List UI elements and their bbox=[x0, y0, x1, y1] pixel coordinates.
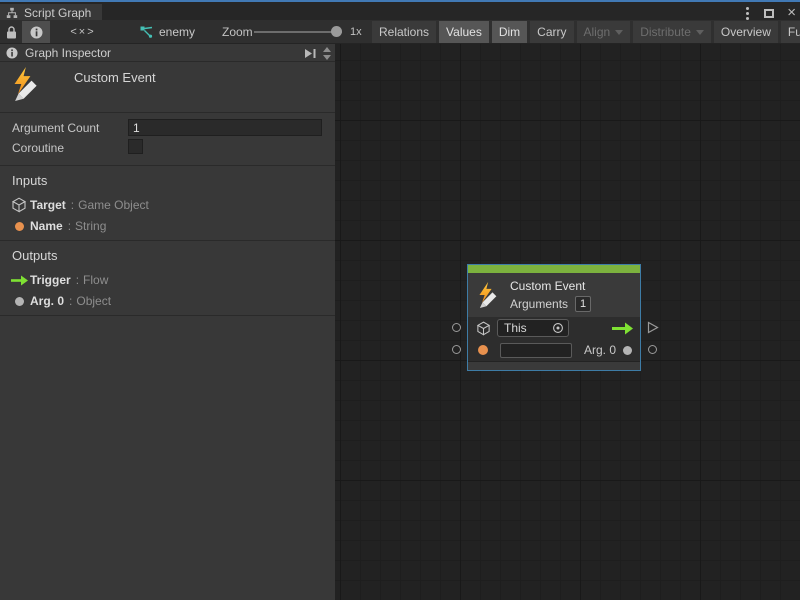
left-data-port[interactable] bbox=[452, 345, 461, 354]
script-graph-icon bbox=[6, 7, 18, 19]
custom-event-icon bbox=[476, 281, 502, 309]
node-header[interactable]: Custom Event Arguments 1 bbox=[468, 273, 640, 317]
zoom-label: Zoom bbox=[222, 20, 253, 44]
toolbar: <×> enemy Zoom 1x Relations Values Dim C… bbox=[0, 20, 800, 44]
target-dropdown[interactable]: This bbox=[497, 319, 569, 337]
inputs-heading: Inputs bbox=[12, 173, 47, 188]
node-footer bbox=[468, 361, 640, 370]
input-row-target: Target : Game Object bbox=[0, 196, 335, 214]
panel-spinner[interactable] bbox=[323, 47, 331, 60]
input-row-name: Name : String bbox=[0, 217, 335, 235]
argument-count-input[interactable] bbox=[128, 119, 322, 136]
code-view-button[interactable]: <×> bbox=[56, 21, 110, 43]
event-name-input[interactable] bbox=[500, 343, 572, 358]
info-icon bbox=[6, 47, 18, 59]
zoom-slider[interactable] bbox=[254, 20, 342, 44]
string-input-port[interactable] bbox=[478, 345, 488, 355]
title-bar: Script Graph × bbox=[0, 0, 800, 20]
code-icon: <×> bbox=[70, 26, 95, 38]
outputs-heading: Outputs bbox=[12, 248, 58, 263]
output-row-arg0: Arg. 0 : Object bbox=[0, 292, 335, 310]
zoom-slider-handle[interactable] bbox=[331, 26, 342, 37]
node-title: Custom Event bbox=[510, 279, 591, 293]
divider bbox=[0, 165, 335, 166]
toolbar-buttons: Relations Values Dim Carry Align Distrib… bbox=[372, 21, 798, 43]
flow-arrow-icon bbox=[611, 322, 634, 335]
node-titles: Custom Event Arguments 1 bbox=[510, 279, 591, 312]
info-icon bbox=[30, 26, 43, 39]
inspector-toggle-button[interactable] bbox=[22, 21, 50, 43]
arg0-output-label: Arg. 0 bbox=[584, 343, 616, 357]
argument-count-label: Argument Count bbox=[12, 121, 99, 135]
align-dropdown[interactable]: Align bbox=[577, 21, 631, 43]
coroutine-label: Coroutine bbox=[12, 141, 64, 155]
graph-canvas[interactable]: Custom Event Arguments 1 This bbox=[335, 44, 800, 600]
object-picker-icon[interactable] bbox=[552, 322, 564, 334]
orange-port-icon bbox=[8, 222, 30, 231]
dim-button[interactable]: Dim bbox=[492, 21, 527, 43]
values-button[interactable]: Values bbox=[439, 21, 489, 43]
inspector-header: Graph Inspector bbox=[0, 44, 335, 62]
left-flow-port[interactable] bbox=[452, 323, 461, 332]
inspector-header-controls bbox=[304, 44, 331, 62]
right-arg-port[interactable] bbox=[648, 345, 657, 354]
cube-icon bbox=[476, 321, 491, 336]
spin-down-icon[interactable] bbox=[323, 55, 331, 60]
carry-button[interactable]: Carry bbox=[530, 21, 573, 43]
spin-up-icon[interactable] bbox=[323, 47, 331, 52]
zoom-value: 1x bbox=[350, 20, 362, 44]
distribute-dropdown[interactable]: Distribute bbox=[633, 21, 711, 43]
custom-event-icon bbox=[10, 66, 44, 102]
window-menu-icon[interactable] bbox=[744, 5, 751, 22]
tab-label: Script Graph bbox=[24, 6, 91, 20]
node-arg-row: Arg. 0 bbox=[468, 339, 640, 361]
graph-inspector-panel: Graph Inspector Custom Event Argument Co… bbox=[0, 44, 335, 600]
custom-event-node[interactable]: Custom Event Arguments 1 This bbox=[467, 264, 641, 371]
arguments-count-field[interactable]: 1 bbox=[575, 296, 591, 312]
output-row-trigger: Trigger : Flow bbox=[0, 271, 335, 289]
right-trigger-port[interactable] bbox=[647, 321, 659, 334]
coroutine-checkbox[interactable] bbox=[128, 139, 143, 154]
event-title: Custom Event bbox=[74, 70, 156, 85]
graph-asset-icon bbox=[140, 26, 153, 38]
divider bbox=[0, 112, 335, 113]
graph-reference-breadcrumb[interactable]: enemy bbox=[140, 21, 195, 43]
graph-reference-label: enemy bbox=[159, 25, 195, 39]
chevron-down-icon bbox=[696, 30, 704, 35]
divider bbox=[0, 240, 335, 241]
lock-button[interactable] bbox=[0, 21, 22, 43]
chevron-down-icon bbox=[615, 30, 623, 35]
maximize-icon[interactable] bbox=[764, 9, 774, 18]
gray-port-icon bbox=[8, 297, 30, 306]
close-icon[interactable]: × bbox=[787, 6, 796, 20]
dock-panel-icon[interactable] bbox=[304, 48, 317, 59]
overview-button[interactable]: Overview bbox=[714, 21, 778, 43]
flow-arrow-icon bbox=[8, 275, 30, 286]
node-arguments-row: Arguments 1 bbox=[510, 296, 591, 312]
cube-icon bbox=[8, 197, 30, 213]
zoom-slider-track[interactable] bbox=[254, 31, 342, 33]
node-body: This Arg. 0 bbox=[468, 317, 640, 361]
node-target-row: This bbox=[468, 317, 640, 339]
relations-button[interactable]: Relations bbox=[372, 21, 436, 43]
node-event-color-bar bbox=[468, 265, 640, 273]
object-output-port[interactable] bbox=[623, 346, 632, 355]
lock-icon bbox=[6, 26, 17, 39]
inspector-title: Graph Inspector bbox=[25, 46, 111, 60]
full-screen-button[interactable]: Full Screen bbox=[781, 21, 800, 43]
divider bbox=[0, 315, 335, 316]
